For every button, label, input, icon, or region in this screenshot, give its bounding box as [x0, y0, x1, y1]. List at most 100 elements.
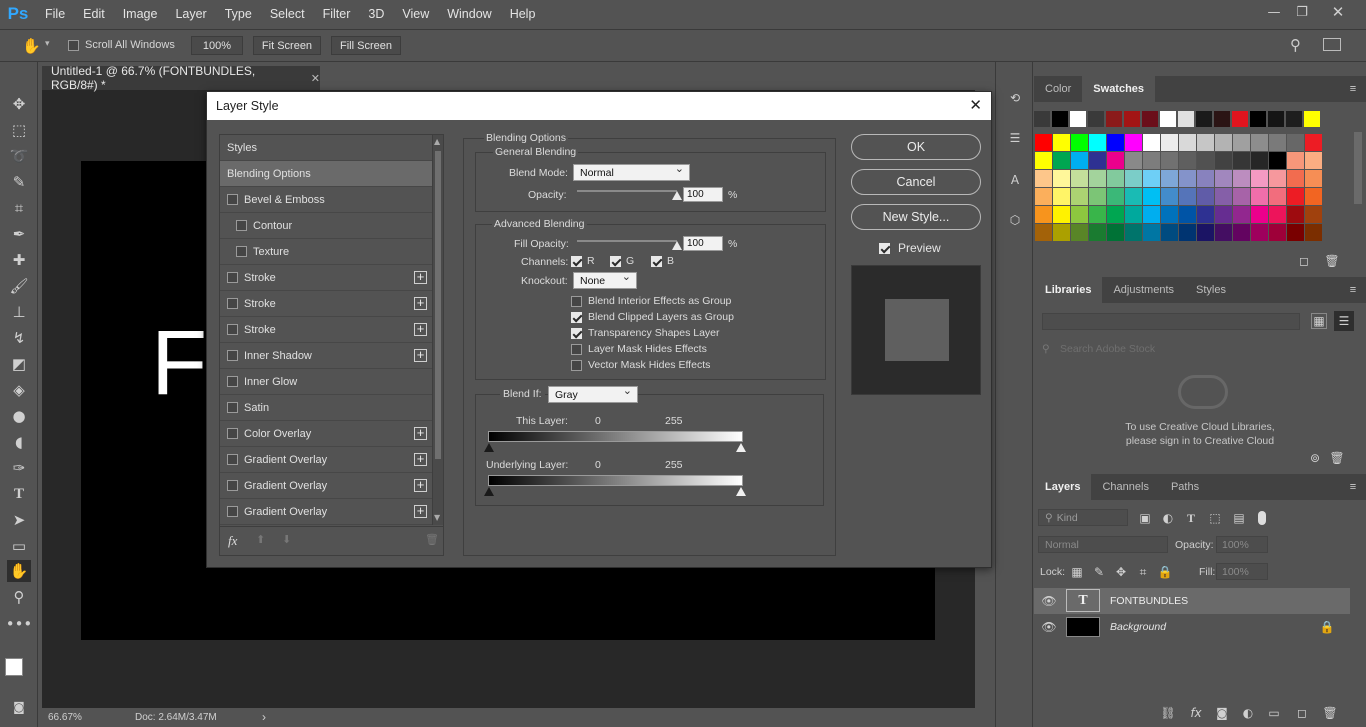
add-mask-icon[interactable]: ◙	[1214, 706, 1230, 720]
tab-libraries[interactable]: Libraries	[1034, 277, 1103, 303]
style-item-gradient-overlay[interactable]: Gradient Overlay +	[220, 473, 432, 499]
swatch[interactable]	[1179, 224, 1196, 241]
menu-layer[interactable]: Layer	[166, 7, 215, 21]
clone-stamp-tool-icon[interactable]: ⊥	[7, 301, 31, 323]
history-brush-tool-icon[interactable]: ↯	[7, 327, 31, 349]
swatch[interactable]	[1125, 152, 1142, 169]
tab-color[interactable]: Color	[1034, 76, 1082, 102]
swatch[interactable]	[1268, 111, 1284, 127]
layer-fx-icon[interactable]: fx	[1188, 706, 1204, 720]
layer-opacity-input[interactable]: 100%	[1216, 536, 1268, 553]
add-effect-icon[interactable]: +	[414, 452, 427, 466]
new-swatch-icon[interactable]: ◻	[1296, 254, 1312, 268]
style-item-inner-shadow[interactable]: Inner Shadow +	[220, 343, 432, 369]
checkbox[interactable]	[571, 311, 582, 323]
opacity-slider-track[interactable]	[577, 190, 677, 192]
swatch[interactable]	[1034, 111, 1050, 127]
swatch[interactable]	[1197, 170, 1214, 187]
menu-window[interactable]: Window	[438, 7, 500, 21]
swatch[interactable]	[1053, 188, 1070, 205]
close-tab-icon[interactable]: ✕	[311, 72, 320, 85]
layer-blend-mode-select[interactable]: Normal	[1038, 536, 1168, 553]
style-item-stroke[interactable]: Stroke +	[220, 317, 432, 343]
checkbox[interactable]	[571, 295, 582, 307]
swatch[interactable]	[1089, 152, 1106, 169]
close-icon[interactable]: ✕	[969, 96, 982, 114]
eraser-tool-icon[interactable]: ◩	[7, 353, 31, 375]
swatch[interactable]	[1143, 170, 1160, 187]
option-vector-mask-hides-effects[interactable]: Vector Mask Hides Effects	[571, 359, 710, 371]
opacity-input[interactable]: 100	[683, 187, 723, 202]
new-group-icon[interactable]: ▭	[1266, 706, 1282, 720]
more-tools-icon[interactable]: •••	[6, 613, 33, 635]
tab-channels[interactable]: Channels	[1091, 474, 1159, 500]
move-tool-icon[interactable]: ✥	[7, 93, 31, 115]
lock-artboard-icon[interactable]: ⌗	[1136, 565, 1150, 579]
new-layer-icon[interactable]: ◻	[1294, 706, 1310, 720]
swatch[interactable]	[1053, 152, 1070, 169]
swatch[interactable]	[1107, 224, 1124, 241]
fill-opacity-input[interactable]: 100	[683, 236, 723, 251]
lock-transparent-icon[interactable]: ▦	[1070, 565, 1084, 579]
add-effect-icon[interactable]: +	[414, 270, 427, 284]
swatch[interactable]	[1269, 170, 1286, 187]
layer-row-background[interactable]: 👁 Background 🔒	[1034, 614, 1350, 640]
fill-screen-button[interactable]: Fill Screen	[331, 36, 401, 55]
menu-image[interactable]: Image	[114, 7, 167, 21]
underlying-layer-gradient[interactable]	[488, 475, 743, 486]
swatch[interactable]	[1197, 152, 1214, 169]
swatch[interactable]	[1107, 152, 1124, 169]
swatch[interactable]	[1233, 206, 1250, 223]
restore-icon[interactable]: ❐	[1284, 0, 1320, 24]
swatch[interactable]	[1197, 224, 1214, 241]
checkbox[interactable]	[571, 343, 582, 355]
swatch[interactable]	[1071, 188, 1088, 205]
swatch[interactable]	[1196, 111, 1212, 127]
cancel-button[interactable]: Cancel	[851, 169, 981, 195]
swatch[interactable]	[1107, 206, 1124, 223]
lock-pixels-icon[interactable]: ✎	[1092, 565, 1106, 579]
checkbox[interactable]	[571, 359, 582, 371]
swatch[interactable]	[1305, 134, 1322, 151]
swatch[interactable]	[1161, 152, 1178, 169]
healing-brush-tool-icon[interactable]: ✚	[7, 249, 31, 271]
lock-all-icon[interactable]: 🔒	[1158, 565, 1173, 579]
channel-g-checkbox[interactable]: G	[610, 255, 634, 267]
swatch[interactable]	[1251, 152, 1268, 169]
filter-smart-object-icon[interactable]: ▤	[1232, 511, 1246, 525]
swatch[interactable]	[1053, 224, 1070, 241]
swatch[interactable]	[1053, 134, 1070, 151]
styles-scrollbar[interactable]: ▲ ▼	[432, 135, 443, 525]
checkbox[interactable]	[227, 324, 238, 335]
dodge-tool-icon[interactable]: ◖	[7, 431, 31, 453]
stock-search-input[interactable]: Search Adobe Stock	[1060, 343, 1155, 355]
creative-cloud-sync-icon[interactable]: ⊚	[1306, 451, 1324, 465]
checkbox[interactable]	[651, 255, 662, 267]
tab-paths[interactable]: Paths	[1160, 474, 1210, 500]
foreground-color-swatch[interactable]	[5, 658, 23, 676]
style-item-blending-options[interactable]: Blending Options	[220, 161, 432, 187]
swatch[interactable]	[1071, 224, 1088, 241]
add-effect-icon[interactable]: +	[414, 426, 427, 440]
checkbox[interactable]	[571, 327, 582, 339]
add-effect-icon[interactable]: +	[414, 296, 427, 310]
option-blend-clipped-layers-as-group[interactable]: Blend Clipped Layers as Group	[571, 311, 734, 323]
menu-edit[interactable]: Edit	[74, 7, 114, 21]
channel-r-checkbox[interactable]: R	[571, 255, 595, 267]
swatch[interactable]	[1215, 134, 1232, 151]
swatch[interactable]	[1178, 111, 1194, 127]
this-layer-black-slider[interactable]	[484, 443, 494, 452]
brush-tool-icon[interactable]: 🖌	[7, 275, 31, 297]
swatch[interactable]	[1125, 188, 1142, 205]
swatch[interactable]	[1179, 206, 1196, 223]
adjustment-layer-icon[interactable]: ◐	[1240, 706, 1256, 720]
ok-button[interactable]: OK	[851, 134, 981, 160]
add-effect-icon[interactable]: +	[414, 504, 427, 518]
checkbox[interactable]	[236, 220, 247, 231]
this-layer-white-slider[interactable]	[736, 443, 746, 452]
swatch[interactable]	[1305, 206, 1322, 223]
preview-checkbox[interactable]: Preview	[879, 241, 941, 255]
swatch[interactable]	[1233, 224, 1250, 241]
move-down-icon[interactable]: ⬇	[282, 533, 291, 546]
layer-name[interactable]: Background	[1110, 621, 1166, 633]
